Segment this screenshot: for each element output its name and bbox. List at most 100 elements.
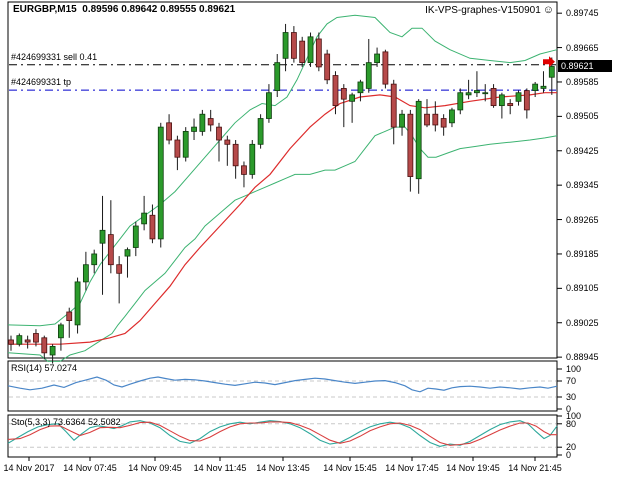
time-tick-label[interactable]: 14 Nov 17:45 — [385, 463, 439, 473]
watermark: IK-VPS-graphes-V150901 ☺ — [425, 4, 554, 16]
indicator-tick-label: 30 — [566, 392, 577, 402]
candle-body — [241, 165, 247, 175]
stochastic-label: Sto(5,3,3) 73.6364 52.5082 — [11, 417, 121, 427]
candle-body — [16, 335, 23, 345]
smiley-icon: ☺ — [542, 4, 554, 16]
candle-body — [457, 92, 464, 111]
candle-body — [8, 339, 14, 345]
candle-body — [141, 212, 148, 225]
time-tick-label[interactable]: 14 Nov 13:45 — [256, 463, 310, 473]
tp-order-label: #424699331 tp — [11, 77, 72, 88]
candle-body — [216, 126, 222, 141]
candle-body — [548, 66, 555, 78]
candle-body — [116, 264, 123, 274]
candle-body — [324, 53, 331, 81]
candle-body — [374, 53, 380, 64]
candle-body — [24, 339, 31, 343]
candle-body — [474, 90, 480, 94]
candle-body — [166, 122, 172, 141]
candle-body — [66, 311, 73, 321]
candle-body — [124, 249, 131, 257]
candle-body — [357, 81, 364, 94]
candle-body — [349, 94, 356, 102]
indicator-tick-label: 80 — [566, 418, 577, 429]
candle-body — [540, 85, 547, 89]
candle-body — [91, 253, 98, 266]
candle-body — [415, 100, 422, 180]
time-tick-label[interactable]: 14 Nov 09:45 — [128, 463, 182, 473]
candle-body — [390, 83, 397, 128]
candle-body — [482, 92, 489, 95]
price-tick-label: 0.89185 — [566, 248, 599, 259]
candle-body — [257, 118, 264, 145]
price-tick-label: 0.89745 — [566, 8, 599, 19]
candle-body — [498, 94, 505, 107]
candle-body — [407, 113, 414, 177]
price-tick-label: 0.89585 — [566, 76, 599, 87]
candle-body — [307, 36, 314, 64]
candle-body — [174, 139, 181, 158]
candle-body — [332, 75, 339, 107]
candle-body — [58, 324, 64, 339]
candle-body — [399, 113, 405, 128]
candle-body — [157, 126, 164, 240]
candle-body — [299, 40, 306, 64]
candle-body — [199, 113, 206, 132]
symbol-ohlc-title: EURGBP,M15 0.89596 0.89642 0.89555 0.896… — [13, 4, 236, 15]
candle-body — [274, 62, 281, 91]
price-tick-label: 0.89665 — [566, 42, 599, 53]
candle-body — [432, 113, 439, 126]
time-tick-label[interactable]: 14 Nov 21:45 — [508, 463, 562, 473]
candle-body — [224, 139, 231, 145]
candle-body — [232, 143, 239, 167]
time-tick-label[interactable]: 14 Nov 15:45 — [323, 463, 377, 473]
candle-body — [49, 345, 56, 356]
candle-body — [532, 83, 539, 91]
mt4-chart-window: EURGBP,M15 0.89596 0.89642 0.89555 0.896… — [0, 0, 620, 480]
candle-body — [465, 92, 472, 96]
price-tick-label: 0.89345 — [566, 180, 599, 191]
time-tick-label[interactable]: 14 Nov 11:45 — [194, 463, 247, 473]
candle-body — [490, 88, 497, 107]
candle-body — [365, 62, 372, 89]
time-tick-label[interactable]: 14 Nov 19:45 — [446, 463, 500, 473]
price-tick-label: 0.89025 — [566, 317, 599, 328]
candle-body — [515, 92, 522, 102]
current-price-tag: 0.89621 — [558, 60, 612, 73]
candle-body — [191, 126, 197, 132]
price-tick-label: 0.89425 — [566, 145, 599, 156]
price-tick-label: 0.88945 — [566, 352, 599, 363]
candle-body — [382, 51, 389, 85]
candle-body — [182, 131, 189, 158]
chart-canvas[interactable] — [0, 0, 620, 480]
candle-body — [315, 38, 322, 68]
candle-body — [523, 90, 530, 111]
candle-body — [107, 234, 114, 266]
candle-body — [266, 92, 272, 119]
candle-body — [33, 333, 39, 343]
candle-body — [440, 118, 447, 128]
sell-order-label: #424699331 sell 0.41 — [11, 51, 98, 62]
watermark-text: IK-VPS-graphes-V150901 — [425, 5, 541, 16]
candle-body — [282, 32, 289, 59]
candle-body — [132, 225, 139, 248]
indicator-tick-label: 70 — [566, 376, 577, 386]
candle-body — [424, 113, 430, 126]
candle-body — [249, 143, 256, 175]
candle-body — [340, 88, 347, 100]
time-tick-label[interactable]: 14 Nov 07:45 — [63, 463, 117, 473]
price-tick-label: 0.89105 — [566, 283, 599, 294]
time-tick-label[interactable]: 14 Nov 2017 — [3, 463, 54, 473]
rsi-label: RSI(14) 57.0274 — [11, 363, 78, 373]
candle-body — [290, 32, 297, 59]
indicator-tick-label: 0 — [566, 450, 572, 460]
candle-body — [207, 118, 214, 126]
price-tick-label: 0.89505 — [566, 111, 599, 122]
candle-body — [74, 281, 81, 326]
candle-body — [99, 229, 106, 244]
indicator-tick-label: 100 — [566, 364, 582, 374]
candle-body — [82, 264, 89, 283]
candle-body — [149, 214, 156, 240]
candle-body — [507, 103, 514, 107]
candle-body — [41, 337, 48, 354]
